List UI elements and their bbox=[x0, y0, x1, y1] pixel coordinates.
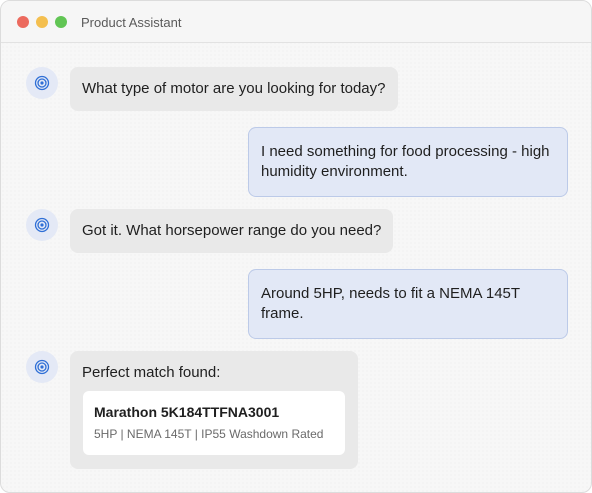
assistant-message: Got it. What horsepower range do you nee… bbox=[70, 209, 394, 253]
target-icon bbox=[34, 359, 50, 375]
window-title: Product Assistant bbox=[81, 15, 182, 30]
message-text: I need something for food processing - h… bbox=[261, 143, 550, 180]
message-text: Around 5HP, needs to fit a NEMA 145T fra… bbox=[261, 285, 520, 322]
maximize-window-button[interactable] bbox=[55, 16, 67, 28]
message-text: Got it. What horsepower range do you nee… bbox=[82, 222, 382, 239]
product-name: Marathon 5K184TTFNA3001 bbox=[94, 404, 280, 420]
target-icon bbox=[34, 217, 50, 233]
assistant-message: What type of motor are you looking for t… bbox=[70, 67, 398, 111]
minimize-window-button[interactable] bbox=[36, 16, 48, 28]
target-icon bbox=[34, 75, 50, 91]
user-message: Around 5HP, needs to fit a NEMA 145T fra… bbox=[248, 269, 568, 339]
user-message: I need something for food processing - h… bbox=[248, 127, 568, 197]
assistant-avatar bbox=[26, 67, 58, 99]
chat-window: Product Assistant What type of motor are… bbox=[0, 0, 592, 493]
product-specs: 5HP | NEMA 145T | IP55 Washdown Rated bbox=[94, 427, 324, 441]
assistant-avatar bbox=[26, 209, 58, 241]
assistant-avatar bbox=[26, 351, 58, 383]
message-text: Perfect match found: bbox=[82, 364, 221, 381]
message-text: What type of motor are you looking for t… bbox=[82, 80, 386, 97]
title-bar: Product Assistant bbox=[1, 1, 591, 43]
product-card[interactable]: Marathon 5K184TTFNA3001 5HP | NEMA 145T … bbox=[83, 391, 345, 455]
close-window-button[interactable] bbox=[17, 16, 29, 28]
assistant-message: Perfect match found: Marathon 5K184TTFNA… bbox=[70, 351, 358, 469]
